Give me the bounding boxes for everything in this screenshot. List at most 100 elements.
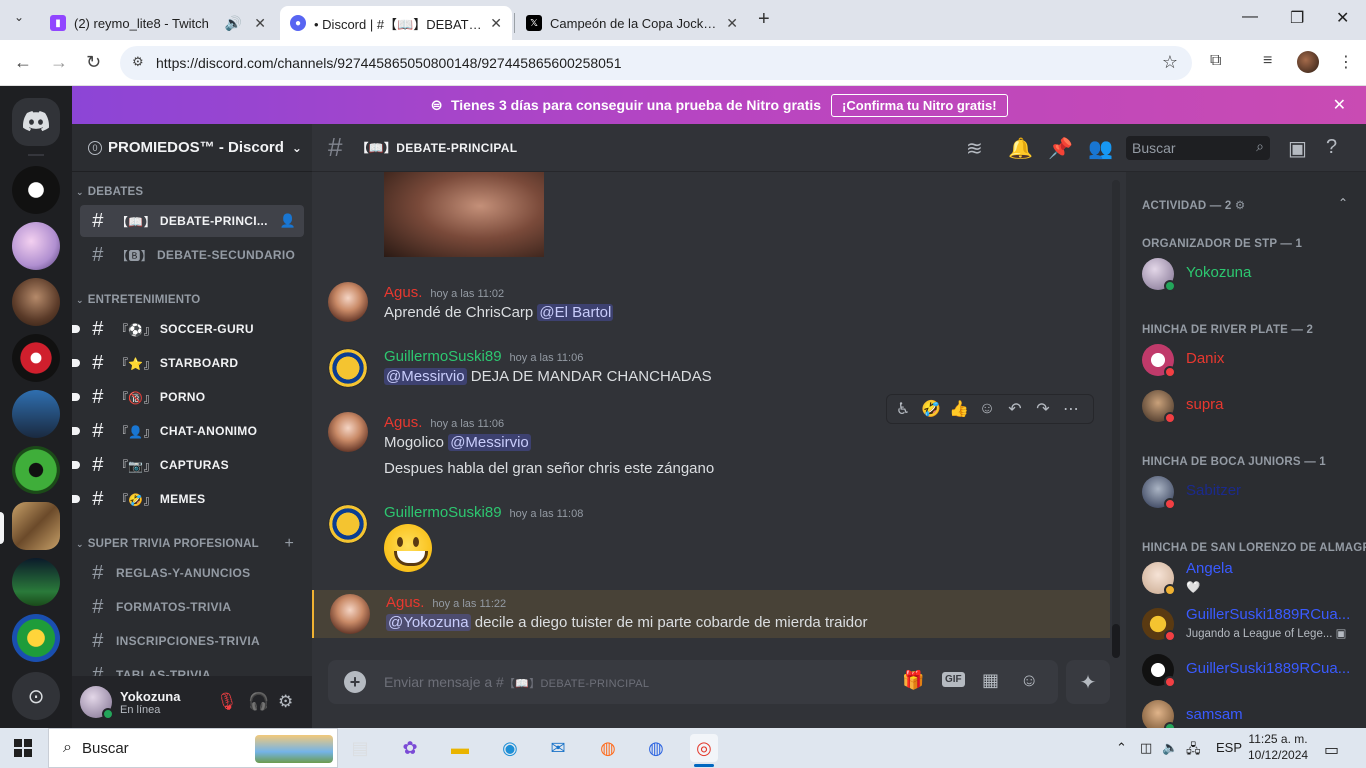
speaker-icon[interactable]: 🔊 (225, 15, 242, 32)
clock[interactable]: 11:25 a. m. 10/12/2024 (1248, 731, 1308, 763)
grinning-face-emoji[interactable] (384, 524, 432, 572)
scrollbar-thumb[interactable] (1112, 624, 1120, 658)
member-item[interactable]: Danix (1142, 340, 1358, 382)
reaction-thumbs-up-icon[interactable]: 👍 (947, 399, 971, 419)
windows-start-icon[interactable] (14, 739, 32, 757)
channel-capturas[interactable]: # 『📷』 CAPTURAS (72, 449, 304, 481)
close-tab-icon[interactable]: ✕ (254, 15, 266, 32)
member-item[interactable]: Yokozuna (1142, 254, 1358, 296)
file-explorer-icon[interactable]: ▬ (446, 734, 474, 762)
message-author[interactable]: Agus. (384, 284, 422, 301)
channel-debate-principal[interactable]: # 【📖】 DEBATE-PRINCI... 👤 (80, 205, 304, 237)
server-icon-stadium[interactable] (12, 558, 60, 606)
avatar[interactable] (330, 594, 370, 634)
back-icon[interactable]: ← (14, 52, 32, 73)
channel-soccer-guru[interactable]: # 『⚽』 SOCCER-GURU (72, 313, 304, 345)
close-tab-icon[interactable]: ✕ (726, 15, 738, 32)
pin-icon[interactable]: 📌 (1048, 136, 1073, 161)
member-item[interactable]: GuillerSuski1889RCua... Jugando a League… (1142, 604, 1358, 646)
chrome-icon[interactable]: ◎ (690, 734, 718, 762)
extensions-icon[interactable]: ⧉ (1210, 52, 1221, 70)
minimize-icon[interactable]: — (1242, 8, 1258, 26)
activity-header[interactable]: ACTIVIDAD — 2 ⚙ (1142, 198, 1245, 212)
server-icon-independiente[interactable] (12, 334, 60, 382)
channel-debate-secundario[interactable]: # 【🅱】 DEBATE-SECUNDARIO (80, 239, 304, 271)
channel-starboard[interactable]: # 『⭐』 STARBOARD (72, 347, 304, 379)
channel-porno[interactable]: # 『🔞』 PORNO (72, 381, 304, 413)
gear-icon[interactable]: ⚙ (278, 692, 293, 712)
network-icon[interactable]: 🖧 (1186, 740, 1201, 762)
gift-icon[interactable]: 🎁 (902, 670, 924, 691)
taskbar-search[interactable]: ⌕ Buscar (48, 728, 338, 768)
server-icon-skull[interactable] (12, 166, 60, 214)
address-bar[interactable]: ⚙ https://discord.com/channels/927445865… (120, 46, 1192, 80)
server-icon-dm-metal[interactable] (12, 390, 60, 438)
firefox-icon[interactable]: ◍ (594, 734, 622, 762)
message-author[interactable]: GuillermoSuski89 (384, 348, 502, 365)
user-mention[interactable]: @Yokozuna (386, 614, 471, 631)
channel-memes[interactable]: # 『🤣』 MEMES (72, 483, 304, 515)
mail-icon[interactable]: ✉ (544, 734, 572, 762)
gif-icon[interactable]: GIF (942, 672, 965, 687)
server-icon-brazil[interactable] (12, 614, 60, 662)
avatar[interactable] (80, 686, 114, 720)
speaker-icon[interactable]: 🔈 (1162, 740, 1178, 756)
copilot-icon[interactable]: ✿ (396, 734, 424, 762)
avatar[interactable] (328, 412, 368, 452)
server-icon-promiedos[interactable] (12, 502, 60, 550)
category-debates[interactable]: ⌄ DEBATES (76, 186, 304, 198)
add-reaction-icon[interactable]: ☺ (975, 400, 999, 418)
server-header[interactable]: 0 PROMIEDOS™ - Discord ⌄ (72, 124, 312, 172)
bell-icon[interactable]: 🔔 (1008, 136, 1033, 161)
server-icon-anime[interactable] (12, 222, 60, 270)
member-item[interactable]: Angela 🤍 (1142, 558, 1358, 600)
user-mention[interactable]: @Messirvio (448, 434, 531, 451)
inbox-icon[interactable]: ▣ (1288, 136, 1307, 161)
server-icon-green[interactable] (12, 446, 60, 494)
image-attachment[interactable] (384, 172, 544, 257)
tray-app-icon[interactable]: ◫ (1140, 740, 1152, 756)
tab-twitch[interactable]: ▮ (2) reymo_lite8 - Twitch 🔊 ✕ (40, 6, 276, 40)
channel-reglas[interactable]: # REGLAS-Y-ANUNCIOS (80, 557, 304, 589)
member-item[interactable]: GuillerSuski1889RCua... (1142, 650, 1358, 692)
tab-search-icon[interactable]: ⌄ (14, 10, 24, 24)
user-mention[interactable]: @Messirvio (384, 368, 467, 385)
reload-icon[interactable]: ↻ (86, 52, 101, 73)
task-view-icon[interactable]: ▤ (346, 734, 374, 762)
user-mention[interactable]: @El Bartol (537, 304, 614, 321)
reaction-accessibility-icon[interactable]: ♿ (891, 399, 915, 419)
message-author[interactable]: Agus. (384, 414, 422, 431)
discover-compass-icon[interactable]: ⊙ (12, 672, 60, 720)
emoji-icon[interactable]: ☺ (1020, 670, 1038, 691)
language-indicator[interactable]: ESP (1216, 740, 1242, 755)
message-author[interactable]: Agus. (386, 594, 424, 611)
member-list-icon[interactable]: 👥 (1088, 136, 1113, 161)
message-author[interactable]: GuillermoSuski89 (384, 504, 502, 521)
forward-icon[interactable]: → (50, 52, 68, 73)
headphones-icon[interactable]: 🎧 (248, 692, 269, 712)
chevron-up-icon[interactable]: ⌃ (1116, 740, 1127, 756)
add-channel-icon[interactable]: + (284, 535, 294, 553)
sticker-icon[interactable]: ▦ (982, 670, 999, 691)
chevron-up-icon[interactable]: ⌃ (1338, 196, 1348, 210)
message-composer[interactable]: + Enviar mensaje a #【📖】DEBATE-PRINCIPAL … (328, 660, 1058, 704)
site-info-icon[interactable]: ⚙ (132, 54, 144, 70)
member-item[interactable]: samsam (1142, 696, 1358, 728)
server-icon-horse[interactable] (12, 278, 60, 326)
menu-kebab-icon[interactable]: ⋮ (1338, 52, 1354, 72)
channel-formatos[interactable]: # FORMATOS-TRIVIA (80, 591, 304, 623)
notifications-icon[interactable]: ▭ (1324, 740, 1339, 760)
channel-chat-anonimo[interactable]: # 『👤』 CHAT-ANONIMO (72, 415, 304, 447)
add-member-icon[interactable]: 👤 (280, 213, 297, 229)
member-item[interactable]: supra (1142, 386, 1358, 428)
scrollbar-track[interactable] (1112, 180, 1120, 640)
channel-inscripciones[interactable]: # INSCRIPCIONES-TRIVIA (80, 625, 304, 657)
more-icon[interactable]: ⋯ (1059, 399, 1083, 419)
close-icon[interactable]: ✕ (1333, 95, 1346, 115)
forward-icon[interactable]: ↷ (1031, 399, 1055, 419)
reaction-laugh-icon[interactable]: 🤣 (919, 399, 943, 419)
reply-icon[interactable]: ↶ (1003, 399, 1027, 419)
category-super-trivia[interactable]: ⌄ SUPER TRIVIA PROFESIONAL + (76, 535, 304, 553)
bookmark-star-icon[interactable]: ☆ (1162, 52, 1178, 73)
attach-plus-icon[interactable]: + (344, 671, 366, 693)
